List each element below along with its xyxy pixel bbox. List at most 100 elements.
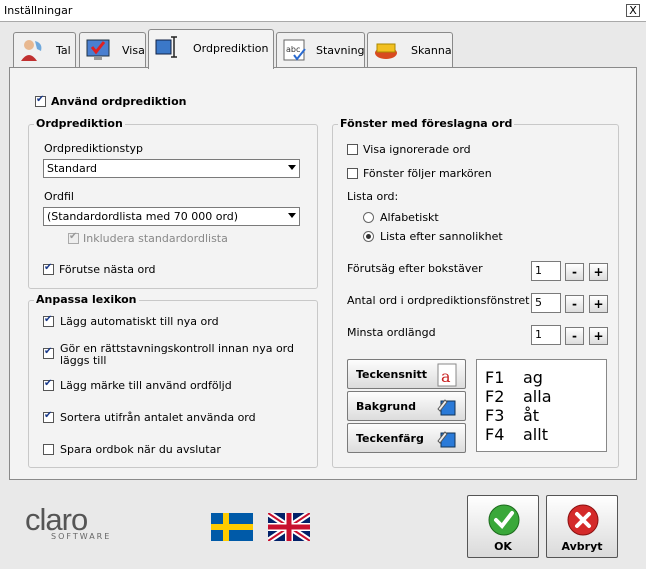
cancel-button-label: Avbryt (561, 540, 603, 553)
follow-cursor-checkbox[interactable] (347, 168, 358, 179)
alphabetical-label: Alfabetiskt (380, 211, 439, 224)
tab-ordprediktion-label: Ordprediktion (193, 42, 269, 55)
tab-skanna[interactable]: Skanna (367, 32, 453, 67)
logo-subtext: SOFTWARE (51, 532, 112, 541)
spellcheck-new-words-checkbox[interactable] (43, 346, 54, 359)
font-button-label: Teckensnitt (356, 368, 428, 381)
checkmark-icon (488, 504, 520, 536)
prediction-type-select[interactable]: Standard (43, 159, 300, 178)
prediction-preview: F1 ag F2 alla F3 åt F4 allt (476, 359, 607, 452)
claro-logo: claro SOFTWARE (25, 502, 112, 541)
tab-skanna-label: Skanna (411, 44, 452, 57)
ordprediktion-group-title: Ordprediktion (34, 117, 125, 130)
min-length-input[interactable]: 1 (531, 325, 561, 345)
use-prediction-label: Använd ordprediktion (51, 95, 187, 108)
background-button[interactable]: Bakgrund (347, 391, 466, 421)
show-ignored-checkbox[interactable] (347, 144, 358, 155)
predict-after-label: Förutsäg efter bokstäver (347, 262, 483, 275)
use-prediction-checkbox[interactable] (35, 94, 46, 107)
preview-key: F4 (485, 425, 505, 444)
ok-button-label: OK (494, 540, 512, 553)
spellcheck-new-words-label-2: läggs till (60, 354, 107, 367)
auto-add-words-label: Lägg automatiskt till nya ord (60, 315, 219, 328)
chevron-down-icon (288, 165, 296, 170)
sort-by-usage-checkbox[interactable] (43, 410, 54, 423)
probability-label: Lista efter sannolikhet (380, 230, 503, 243)
prediction-type-label: Ordprediktionstyp (44, 142, 144, 155)
auto-add-words-checkbox[interactable] (43, 314, 54, 327)
preview-row: F4 allt (485, 425, 548, 444)
svg-text:a: a (441, 367, 451, 386)
font-color-button[interactable]: Teckenfärg (347, 423, 466, 453)
scanner-icon (375, 43, 397, 59)
text-cursor-icon (155, 36, 177, 58)
cancel-button[interactable]: Avbryt (546, 495, 618, 558)
wordfile-label: Ordfil (44, 190, 74, 203)
min-length-plus-button[interactable]: + (589, 327, 608, 345)
wordfile-value: (Standardordlista med 70 000 ord) (47, 210, 239, 223)
spellcheck-icon: abc (283, 39, 306, 61)
word-count-plus-button[interactable]: + (589, 295, 608, 313)
svg-text:abc: abc (286, 45, 300, 54)
tab-tal[interactable]: Tal (13, 32, 76, 67)
preview-word: allt (523, 425, 548, 444)
title-bar (0, 0, 646, 22)
prediction-type-value: Standard (47, 162, 98, 175)
list-words-label: Lista ord: (347, 190, 399, 203)
preview-key: F2 (485, 387, 505, 406)
font-color-button-label: Teckenfärg (356, 432, 424, 445)
tab-tal-label: Tal (56, 44, 71, 57)
preview-key: F3 (485, 406, 505, 425)
paint-bucket-icon (437, 399, 456, 416)
show-ignored-label: Visa ignorerade ord (363, 143, 471, 156)
predict-next-label: Förutse nästa ord (59, 263, 156, 276)
window-title: Inställningar (4, 4, 73, 17)
background-button-label: Bakgrund (356, 400, 416, 413)
predict-after-minus-button[interactable]: - (565, 263, 584, 281)
speaker-person-icon (21, 40, 42, 61)
close-button[interactable]: X (626, 4, 640, 17)
preview-key: F1 (485, 368, 505, 387)
save-dictionary-label: Spara ordbok när du avslutar (60, 443, 221, 456)
tab-stavning-label: Stavning (316, 44, 365, 57)
lexikon-group-title: Anpassa lexikon (34, 293, 139, 306)
tab-stavning[interactable]: abc Stavning (276, 32, 365, 67)
track-word-order-checkbox[interactable] (43, 378, 54, 391)
track-word-order-label: Lägg märke till använd ordföljd (60, 379, 232, 392)
save-dictionary-checkbox[interactable] (43, 444, 54, 455)
wordfile-select[interactable]: (Standardordlista med 70 000 ord) (43, 207, 300, 226)
include-standard-checkbox[interactable] (68, 231, 79, 244)
close-icon (567, 504, 599, 536)
alphabetical-radio[interactable] (363, 212, 374, 223)
preview-row: F2 alla (485, 387, 552, 406)
font-icon: a (437, 363, 457, 387)
probability-radio[interactable] (363, 231, 374, 242)
min-length-minus-button[interactable]: - (565, 327, 584, 345)
monitor-check-icon (86, 39, 110, 60)
ok-button[interactable]: OK (467, 495, 539, 558)
predict-after-input[interactable]: 1 (531, 261, 561, 281)
preview-word: alla (523, 387, 552, 406)
preview-word: ag (523, 368, 543, 387)
logo-text: claro (25, 502, 88, 537)
window-group-title: Fönster med föreslagna ord (338, 117, 515, 130)
color-fill-icon (437, 431, 456, 448)
word-count-label: Antal ord i ordprediktionsfönstret (347, 294, 530, 307)
predict-after-plus-button[interactable]: + (589, 263, 608, 281)
tab-visa[interactable]: Visa (79, 32, 146, 67)
swedish-flag-icon[interactable] (211, 513, 253, 541)
word-count-input[interactable]: 5 (531, 293, 561, 313)
preview-row: F1 ag (485, 368, 543, 387)
min-length-label: Minsta ordlängd (347, 326, 436, 339)
word-count-minus-button[interactable]: - (565, 295, 584, 313)
tab-visa-label: Visa (122, 44, 145, 57)
preview-word: åt (523, 406, 540, 425)
chevron-down-icon (288, 213, 296, 218)
include-standard-label: Inkludera standardordlista (83, 232, 228, 245)
font-button[interactable]: Teckensnitt a (347, 359, 466, 389)
preview-row: F3 åt (485, 406, 539, 425)
uk-flag-icon[interactable] (268, 513, 310, 541)
follow-cursor-label: Fönster följer markören (363, 167, 492, 180)
predict-next-checkbox[interactable] (43, 262, 54, 275)
tab-ordprediktion[interactable]: Ordprediktion (148, 29, 274, 69)
